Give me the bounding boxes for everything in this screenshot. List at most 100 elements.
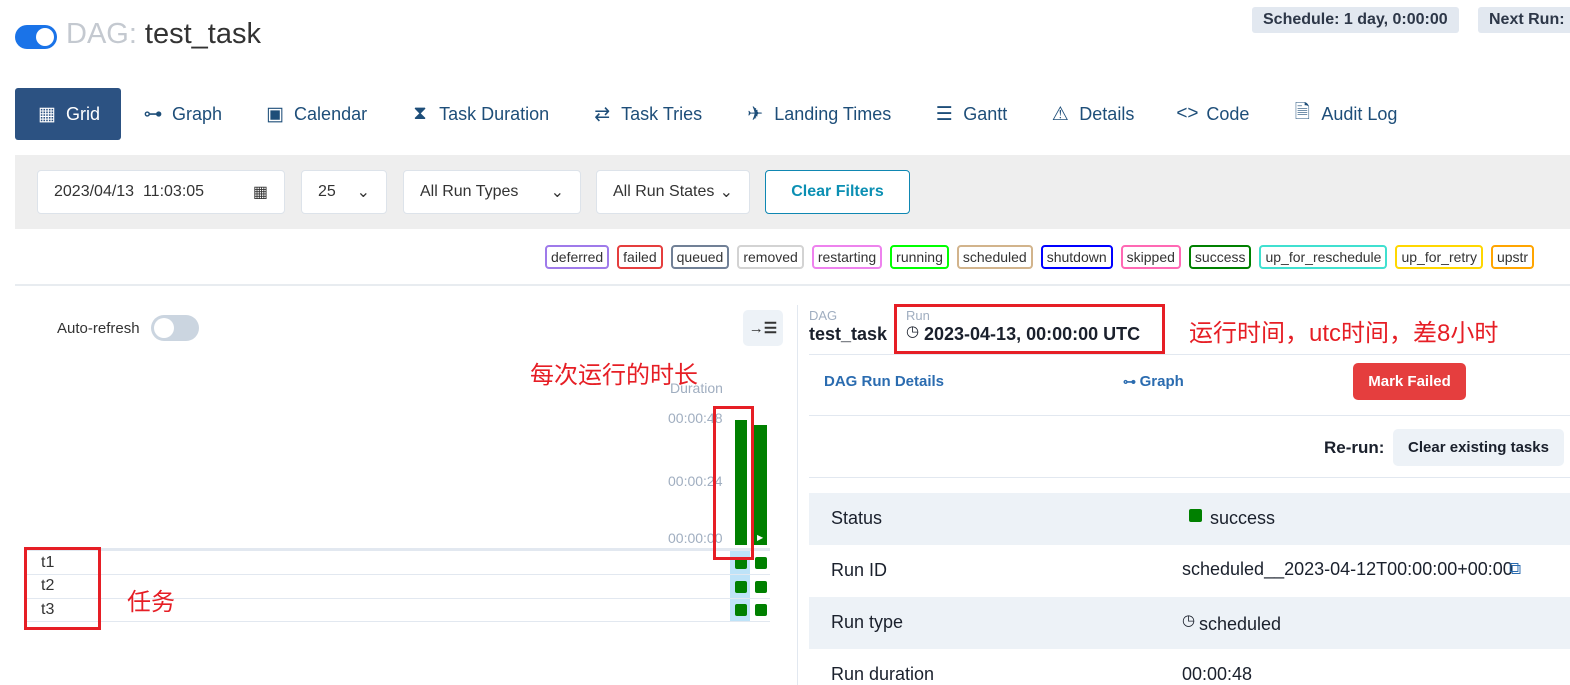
mark-failed-button[interactable]: Mark Failed [1353,363,1466,400]
tab-code[interactable]: <> Code [1155,88,1270,140]
tab-label: Gantt [963,103,1008,124]
task-instance-cell[interactable] [755,581,767,593]
tab-task-tries[interactable]: ⇄ Task Tries [570,88,723,140]
state-badge-success[interactable]: success [1188,245,1252,269]
code-icon: <> [1176,103,1199,124]
row-key: Status [831,508,883,528]
grid-icon: ▦ [38,103,56,125]
tab-label: Calendar [294,103,368,124]
state-badge-shutdown[interactable]: shutdown [1040,245,1113,269]
annotation-box-duration [713,406,754,560]
annotation-box-run-time [894,304,1165,354]
filter-bar: 2023/04/13 11:03:05 ▦ 25 ⌄ All Run Types… [15,155,1570,229]
table-row: Run duration 00:00:48 [809,649,1570,685]
retry-icon: ⇄ [594,103,611,125]
state-badge-deferred[interactable]: deferred [545,245,610,269]
tab-calendar[interactable]: ▣ Calendar [243,88,388,140]
dag-run-details-link[interactable]: DAG Run Details [824,373,944,390]
base-date-value: 2023/04/13 11:03:05 [54,183,205,200]
state-badge-up-for-reschedule[interactable]: up_for_reschedule [1259,245,1388,269]
task-instance-cell[interactable] [735,581,747,593]
gantt-icon: ☰ [935,103,953,125]
clear-existing-tasks-button[interactable]: Clear existing tasks [1393,429,1564,466]
tab-label: Audit Log [1321,103,1398,124]
task-instance-cell[interactable] [735,604,747,616]
auto-refresh-label: Auto-refresh [57,320,140,337]
run-types-select[interactable]: All Run Types ⌄ [403,170,581,214]
dag-id: test_task [144,18,261,50]
plane-landing-icon: ✈ [747,103,764,125]
run-states-select[interactable]: All Run States ⌄ [596,170,750,214]
schedule-badge: Schedule: 1 day, 0:00:00 [1252,7,1459,33]
row-value: 00:00:48 [1182,664,1253,684]
clock-icon: ◷ [1182,612,1196,629]
state-badge-scheduled[interactable]: scheduled [956,245,1033,269]
collapse-details-button[interactable]: →☰ [743,310,783,346]
annotation-tasks: 任务 [127,589,175,616]
state-legend: deferred failed queued removed restarting run… [545,245,1535,269]
state-badge-failed[interactable]: failed [617,245,663,269]
table-row: Run type ◷ scheduled [809,597,1570,649]
divider [15,284,1570,286]
graph-icon: ⊶ [1123,374,1140,389]
row-divider [24,574,770,575]
table-row: Run ID scheduled__2023-04-12T00:00:00+00… [809,545,1570,597]
toggle-knob [154,318,174,338]
row-value: scheduled [1199,614,1282,634]
row-key: Run type [831,612,904,632]
row-key: Run duration [831,664,935,684]
tab-label: Code [1206,103,1250,124]
clear-filters-button[interactable]: Clear Filters [765,170,910,214]
task-instance-cell[interactable] [755,557,767,569]
annotation-run-time: 运行时间，utc时间，差8小时 [1189,320,1499,347]
chevron-down-icon: ⌄ [719,184,733,201]
graph-link[interactable]: ⊶ Graph [1123,373,1184,390]
table-row: Status success [809,493,1570,545]
num-runs-select[interactable]: 25 ⌄ [301,170,387,214]
tab-label: Task Tries [621,103,703,124]
warning-triangle-icon: ⚠ [1051,103,1069,125]
tab-audit-log[interactable]: 🗎 Audit Log [1270,88,1418,140]
tab-details[interactable]: ⚠ Details [1028,88,1155,140]
row-value: scheduled__2023-04-12T00:00:00+00:00 [1182,559,1513,579]
play-icon: ▶ [757,533,764,542]
copy-icon[interactable]: ⧉ [1509,559,1521,579]
state-badge-running[interactable]: running [890,245,949,269]
breadcrumb-dag-id[interactable]: test_task [809,324,887,345]
annotation-box-tasks [24,547,101,630]
divider [809,477,1570,478]
page-title: DAG: test_task [66,18,261,51]
row-key: Run ID [831,560,888,580]
tab-task-duration[interactable]: ⧗ Task Duration [388,88,570,140]
run-duration-bar[interactable] [754,425,767,545]
divider [809,415,1570,416]
chevron-down-icon: ⌄ [356,184,370,201]
divider [809,354,1570,355]
rerun-label: Re-run: [1324,438,1385,457]
toggle-knob [36,28,54,46]
auto-refresh-toggle[interactable] [151,315,199,341]
dag-pause-toggle[interactable] [15,25,57,49]
status-square-icon [1189,509,1202,522]
tab-grid[interactable]: ▦ Grid [15,88,122,140]
state-badge-upstr[interactable]: upstr [1490,245,1535,269]
tab-landing-times[interactable]: ✈ Landing Times [723,88,912,140]
tab-label: Grid [66,103,101,124]
tab-graph[interactable]: ⊶ Graph [121,88,243,140]
tab-gantt[interactable]: ☰ Gantt [912,88,1028,140]
state-badge-restarting[interactable]: restarting [811,245,883,269]
state-badge-queued[interactable]: queued [670,245,730,269]
tab-label: Details [1079,103,1135,124]
row-value: success [1210,508,1276,528]
tab-label: Task Duration [439,103,550,124]
state-badge-up-for-retry[interactable]: up_for_retry [1395,245,1483,269]
state-badge-skipped[interactable]: skipped [1120,245,1181,269]
chevron-down-icon: ⌄ [550,184,564,201]
task-instance-cell[interactable] [755,604,767,616]
base-date-input[interactable]: 2023/04/13 11:03:05 ▦ [37,170,285,214]
state-badge-removed[interactable]: removed [737,245,804,269]
tab-label: Graph [172,103,223,124]
search-document-icon: 🗎 [1294,102,1310,123]
hourglass-icon: ⧗ [413,103,427,124]
row-divider [24,621,770,622]
